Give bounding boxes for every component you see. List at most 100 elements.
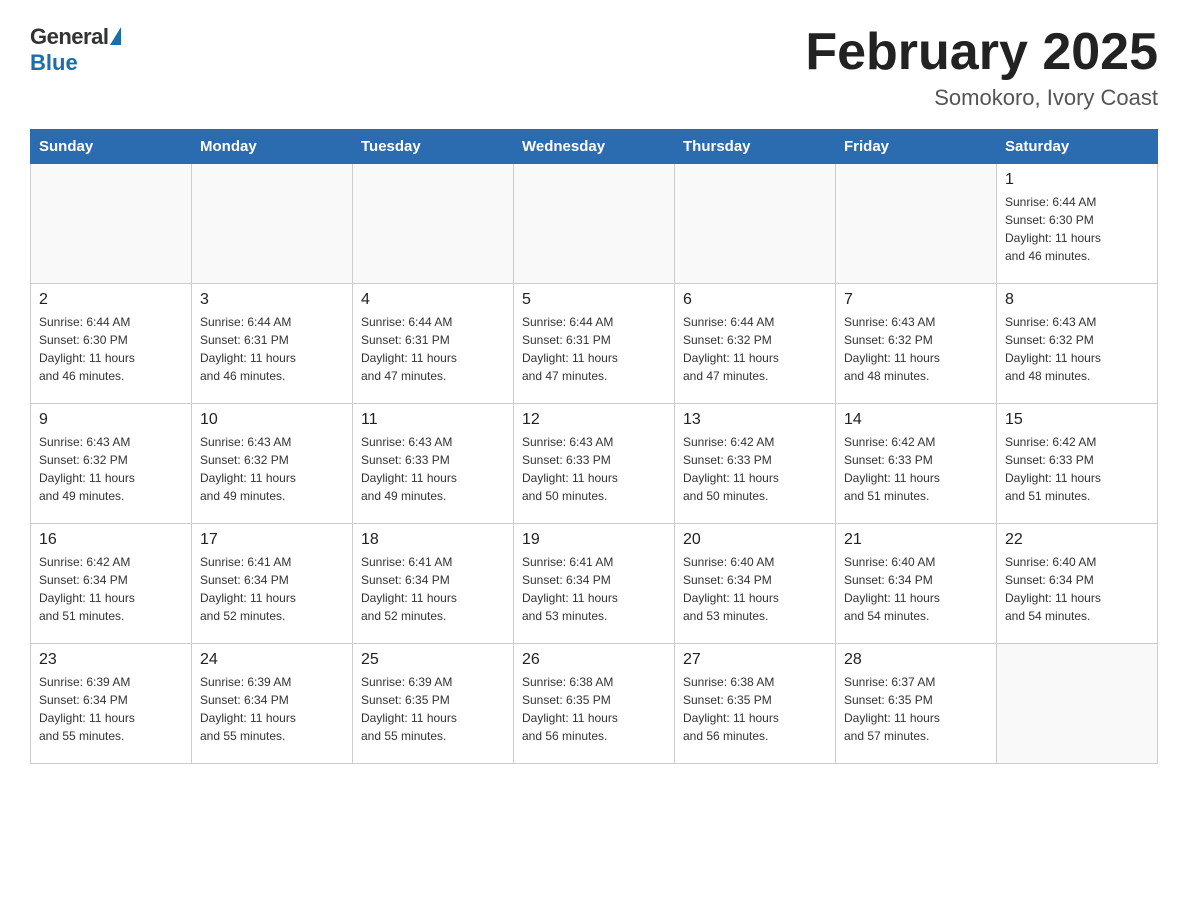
month-title: February 2025 <box>805 24 1158 81</box>
calendar-cell: 26 Sunrise: 6:38 AM Sunset: 6:35 PM Dayli… <box>514 644 675 764</box>
day-info: Sunrise: 6:44 AM Sunset: 6:30 PM Dayligh… <box>1005 193 1149 265</box>
day-number: 9 <box>39 411 183 429</box>
day-number: 5 <box>522 291 666 309</box>
calendar-cell: 8Sunrise: 6:43 AM Sunset: 6:32 PM Daylig… <box>997 284 1158 404</box>
day-info: Sunrise: 6:42 AM Sunset: 6:33 PM Dayligh… <box>683 433 827 505</box>
day-number: 17 <box>200 531 344 549</box>
calendar-cell: 12Sunrise: 6:43 AM Sunset: 6:33 PM Dayli… <box>514 404 675 524</box>
day-info: Sunrise: 6:40 AM Sunset: 6:34 PM Dayligh… <box>844 553 988 625</box>
day-number: 26 <box>522 651 666 669</box>
day-info: Sunrise: 6:43 AM Sunset: 6:32 PM Dayligh… <box>844 313 988 385</box>
day-number: 1 <box>1005 171 1149 189</box>
day-number: 24 <box>200 651 344 669</box>
calendar-cell <box>997 644 1158 764</box>
calendar-cell: 3 Sunrise: 6:44 AM Sunset: 6:31 PM Daylig… <box>192 284 353 404</box>
calendar-cell: 22 Sunrise: 6:40 AM Sunset: 6:34 PM Dayli… <box>997 524 1158 644</box>
calendar-cell: 10Sunrise: 6:43 AM Sunset: 6:32 PM Dayli… <box>192 404 353 524</box>
calendar-cell <box>675 164 836 284</box>
logo: General Blue <box>30 24 121 76</box>
day-info: Sunrise: 6:43 AM Sunset: 6:33 PM Dayligh… <box>361 433 505 505</box>
calendar-cell <box>192 164 353 284</box>
calendar-cell: 7 Sunrise: 6:43 AM Sunset: 6:32 PM Daylig… <box>836 284 997 404</box>
weekday-header-thursday: Thursday <box>675 130 836 164</box>
calendar-cell: 6 Sunrise: 6:44 AM Sunset: 6:32 PM Daylig… <box>675 284 836 404</box>
weekday-header-saturday: Saturday <box>997 130 1158 164</box>
calendar-cell: 17 Sunrise: 6:41 AM Sunset: 6:34 PM Dayli… <box>192 524 353 644</box>
calendar-cell <box>514 164 675 284</box>
calendar-week-row: 16 Sunrise: 6:42 AM Sunset: 6:34 PM Dayli… <box>31 524 1158 644</box>
day-number: 16 <box>39 531 183 549</box>
day-info: Sunrise: 6:38 AM Sunset: 6:35 PM Dayligh… <box>522 673 666 745</box>
calendar-cell: 28Sunrise: 6:37 AM Sunset: 6:35 PM Dayli… <box>836 644 997 764</box>
calendar-cell: 16 Sunrise: 6:42 AM Sunset: 6:34 PM Dayli… <box>31 524 192 644</box>
day-number: 11 <box>361 411 505 429</box>
logo-triangle-icon <box>110 27 121 45</box>
calendar-cell: 4Sunrise: 6:44 AM Sunset: 6:31 PM Daylig… <box>353 284 514 404</box>
day-info: Sunrise: 6:43 AM Sunset: 6:32 PM Dayligh… <box>200 433 344 505</box>
day-number: 7 <box>844 291 988 309</box>
day-number: 15 <box>1005 411 1149 429</box>
calendar-cell: 21 Sunrise: 6:40 AM Sunset: 6:34 PM Dayli… <box>836 524 997 644</box>
day-info: Sunrise: 6:44 AM Sunset: 6:31 PM Dayligh… <box>200 313 344 385</box>
weekday-header-sunday: Sunday <box>31 130 192 164</box>
day-info: Sunrise: 6:44 AM Sunset: 6:32 PM Dayligh… <box>683 313 827 385</box>
calendar-cell: 5 Sunrise: 6:44 AM Sunset: 6:31 PM Daylig… <box>514 284 675 404</box>
location-subtitle: Somokoro, Ivory Coast <box>805 85 1158 111</box>
day-info: Sunrise: 6:44 AM Sunset: 6:30 PM Dayligh… <box>39 313 183 385</box>
calendar-cell: 23Sunrise: 6:39 AM Sunset: 6:34 PM Dayli… <box>31 644 192 764</box>
calendar-cell: 27Sunrise: 6:38 AM Sunset: 6:35 PM Dayli… <box>675 644 836 764</box>
calendar-cell <box>31 164 192 284</box>
day-number: 2 <box>39 291 183 309</box>
day-info: Sunrise: 6:40 AM Sunset: 6:34 PM Dayligh… <box>683 553 827 625</box>
calendar-cell: 15Sunrise: 6:42 AM Sunset: 6:33 PM Dayli… <box>997 404 1158 524</box>
calendar-week-row: 2 Sunrise: 6:44 AM Sunset: 6:30 PM Daylig… <box>31 284 1158 404</box>
day-number: 28 <box>844 651 988 669</box>
day-info: Sunrise: 6:43 AM Sunset: 6:32 PM Dayligh… <box>39 433 183 505</box>
calendar-cell: 9 Sunrise: 6:43 AM Sunset: 6:32 PM Daylig… <box>31 404 192 524</box>
calendar-cell: 24 Sunrise: 6:39 AM Sunset: 6:34 PM Dayli… <box>192 644 353 764</box>
calendar-cell: 1 Sunrise: 6:44 AM Sunset: 6:30 PM Daylig… <box>997 164 1158 284</box>
day-number: 21 <box>844 531 988 549</box>
day-number: 22 <box>1005 531 1149 549</box>
weekday-header-row: SundayMondayTuesdayWednesdayThursdayFrid… <box>31 130 1158 164</box>
calendar-week-row: 23 Sunrise: 6:39 AM Sunset: 6:34 PM Dayli… <box>31 644 1158 764</box>
calendar-cell: 2 Sunrise: 6:44 AM Sunset: 6:30 PM Daylig… <box>31 284 192 404</box>
calendar-week-row: 9 Sunrise: 6:43 AM Sunset: 6:32 PM Daylig… <box>31 404 1158 524</box>
calendar-cell: 19 Sunrise: 6:41 AM Sunset: 6:34 PM Dayli… <box>514 524 675 644</box>
day-info: Sunrise: 6:44 AM Sunset: 6:31 PM Dayligh… <box>522 313 666 385</box>
day-info: Sunrise: 6:40 AM Sunset: 6:34 PM Dayligh… <box>1005 553 1149 625</box>
day-info: Sunrise: 6:39 AM Sunset: 6:34 PM Dayligh… <box>200 673 344 745</box>
calendar-cell: 14 Sunrise: 6:42 AM Sunset: 6:33 PM Dayli… <box>836 404 997 524</box>
day-number: 20 <box>683 531 827 549</box>
logo-blue-text: Blue <box>30 50 121 76</box>
day-number: 3 <box>200 291 344 309</box>
day-info: Sunrise: 6:41 AM Sunset: 6:34 PM Dayligh… <box>522 553 666 625</box>
calendar-cell: 25Sunrise: 6:39 AM Sunset: 6:35 PM Dayli… <box>353 644 514 764</box>
day-info: Sunrise: 6:41 AM Sunset: 6:34 PM Dayligh… <box>361 553 505 625</box>
day-number: 19 <box>522 531 666 549</box>
day-info: Sunrise: 6:43 AM Sunset: 6:32 PM Dayligh… <box>1005 313 1149 385</box>
weekday-header-friday: Friday <box>836 130 997 164</box>
day-info: Sunrise: 6:41 AM Sunset: 6:34 PM Dayligh… <box>200 553 344 625</box>
day-number: 12 <box>522 411 666 429</box>
calendar-cell: 18 Sunrise: 6:41 AM Sunset: 6:34 PM Dayli… <box>353 524 514 644</box>
calendar-week-row: 1 Sunrise: 6:44 AM Sunset: 6:30 PM Daylig… <box>31 164 1158 284</box>
day-number: 14 <box>844 411 988 429</box>
day-number: 13 <box>683 411 827 429</box>
calendar-cell <box>836 164 997 284</box>
day-number: 18 <box>361 531 505 549</box>
day-info: Sunrise: 6:42 AM Sunset: 6:33 PM Dayligh… <box>844 433 988 505</box>
weekday-header-monday: Monday <box>192 130 353 164</box>
day-number: 23 <box>39 651 183 669</box>
day-number: 25 <box>361 651 505 669</box>
day-info: Sunrise: 6:42 AM Sunset: 6:34 PM Dayligh… <box>39 553 183 625</box>
logo-general-text: General <box>30 24 108 50</box>
calendar-cell <box>353 164 514 284</box>
title-area: February 2025 Somokoro, Ivory Coast <box>805 24 1158 111</box>
calendar-table: SundayMondayTuesdayWednesdayThursdayFrid… <box>30 129 1158 764</box>
calendar-cell: 13 Sunrise: 6:42 AM Sunset: 6:33 PM Dayli… <box>675 404 836 524</box>
weekday-header-tuesday: Tuesday <box>353 130 514 164</box>
day-number: 6 <box>683 291 827 309</box>
day-info: Sunrise: 6:38 AM Sunset: 6:35 PM Dayligh… <box>683 673 827 745</box>
page-header: General Blue February 2025 Somokoro, Ivo… <box>30 24 1158 111</box>
